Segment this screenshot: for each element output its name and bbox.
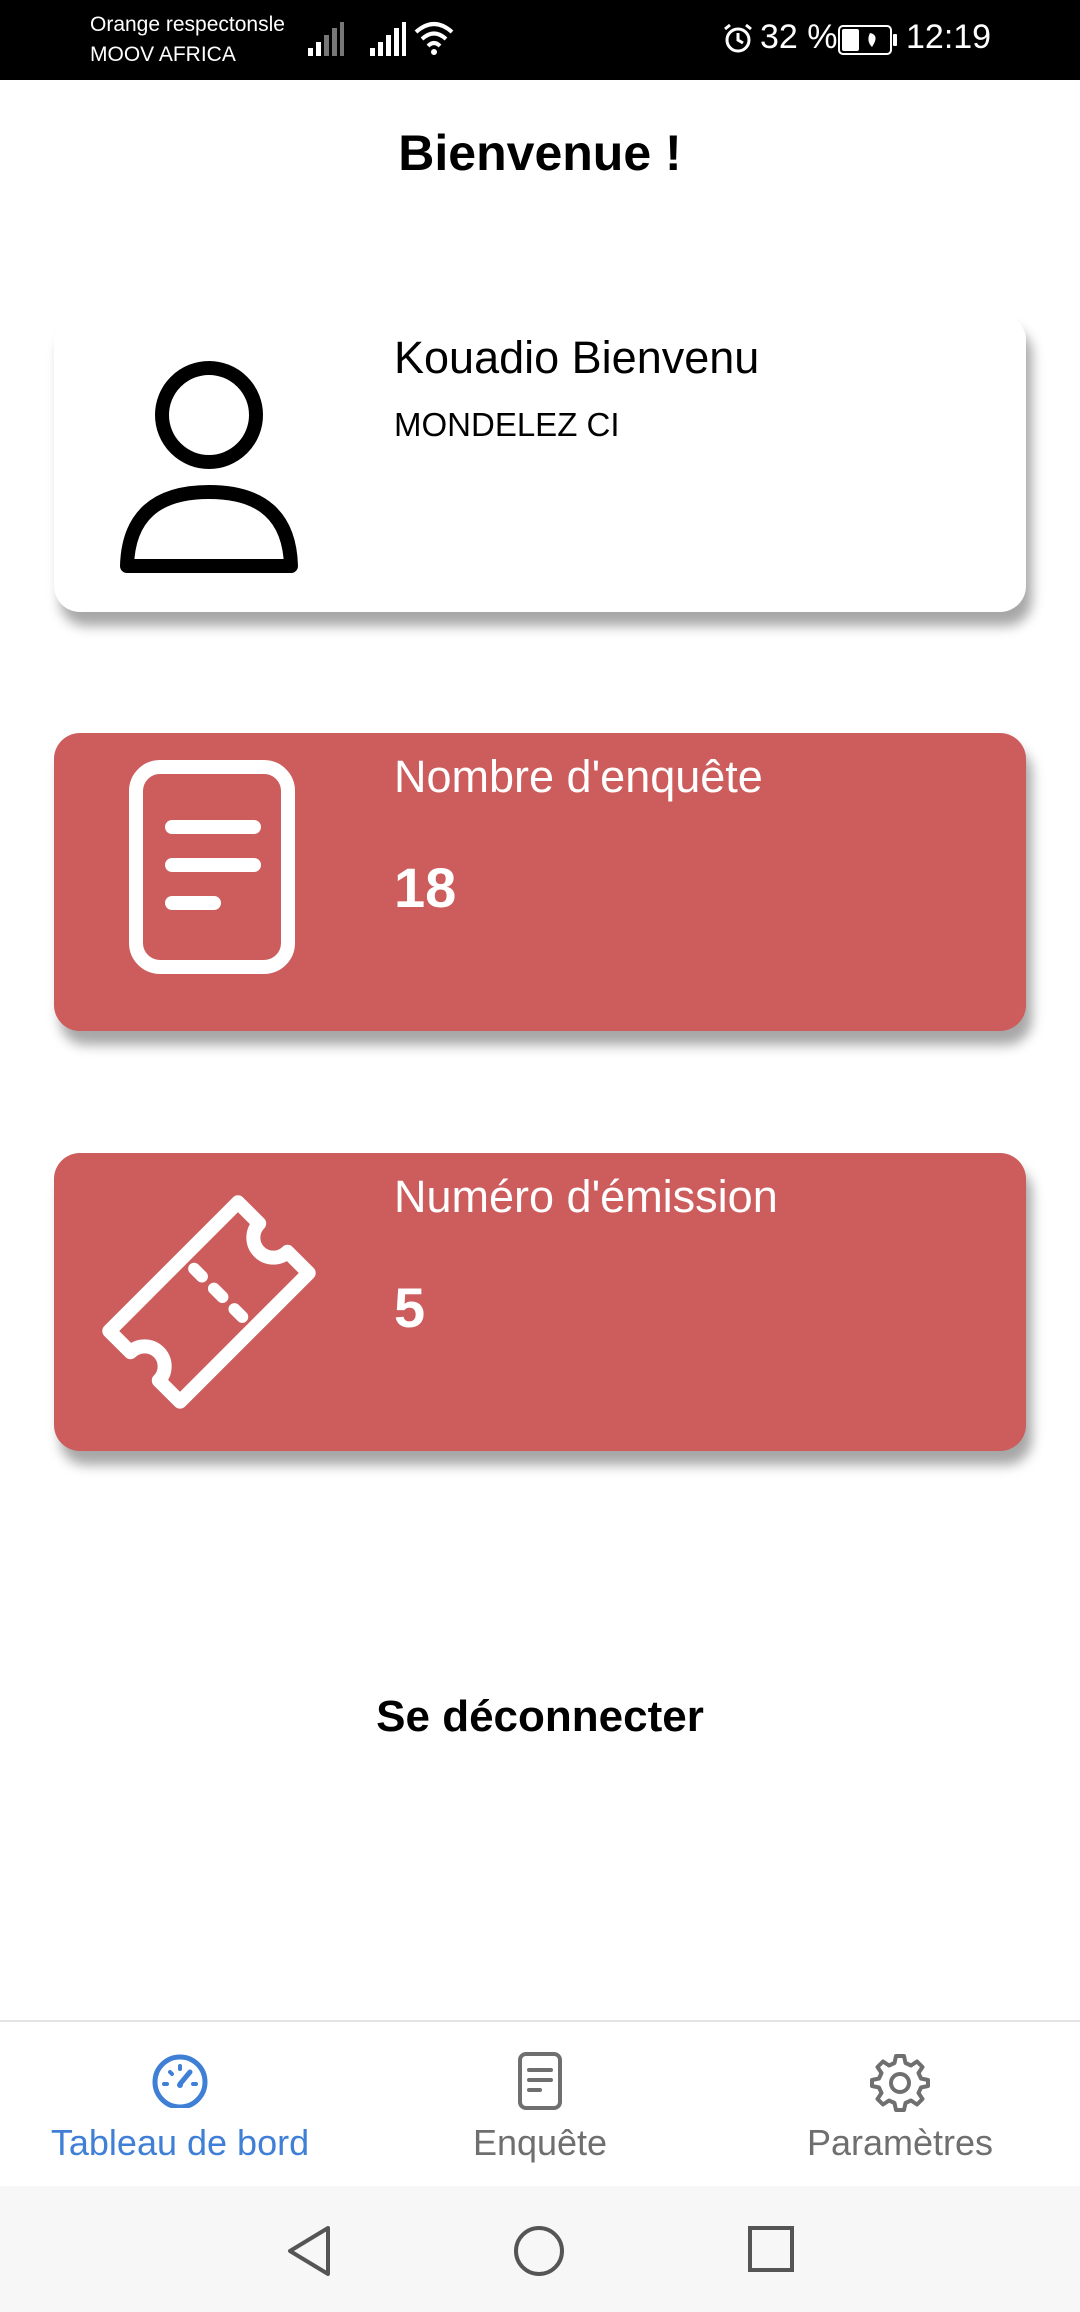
logout-button[interactable]: Se déconnecter	[0, 1692, 1080, 1742]
user-icon	[120, 361, 298, 573]
tab-settings-label: Paramètres	[806, 2122, 994, 2163]
bottom-navigation: Tableau de bord Enquête Paramètres	[0, 2020, 1080, 2186]
carrier-info: Orange respectonsle MOOV AFRICA	[90, 10, 285, 70]
wifi-icon	[414, 22, 454, 55]
surveys-card[interactable]: Nombre d'enquête 18	[54, 733, 1026, 1031]
home-icon[interactable]	[512, 2224, 566, 2278]
battery-percentage: 32 %	[760, 18, 838, 56]
gear-icon	[870, 2054, 930, 2112]
document-icon	[129, 760, 295, 974]
tab-dashboard[interactable]: Tableau de bord	[0, 2022, 360, 2188]
tab-settings[interactable]: Paramètres	[720, 2022, 1080, 2188]
document-icon	[518, 2052, 562, 2110]
clock: 12:19	[906, 18, 992, 56]
profile-card: Kouadio Bienvenu MONDELEZ CI	[54, 314, 1026, 612]
dashboard-icon	[152, 2054, 208, 2108]
signal-icon	[370, 22, 406, 56]
surveys-count: 18	[394, 856, 457, 919]
alarm-icon	[724, 23, 752, 53]
signal-icon	[308, 22, 344, 56]
emission-number: 5	[394, 1276, 426, 1339]
back-icon[interactable]	[284, 2224, 334, 2278]
tab-dashboard-label: Tableau de bord	[50, 2122, 310, 2163]
emission-card[interactable]: Numéro d'émission 5	[54, 1153, 1026, 1451]
company-name: MONDELEZ CI	[394, 406, 620, 443]
battery-icon	[838, 25, 897, 55]
surveys-label: Nombre d'enquête	[394, 751, 763, 802]
system-navigation-bar	[0, 2186, 1080, 2312]
carrier-name-1: Orange respectonsle	[90, 13, 285, 36]
recents-icon[interactable]	[746, 2224, 796, 2274]
carrier-name-2: MOOV AFRICA	[90, 43, 236, 66]
emission-label: Numéro d'émission	[394, 1171, 778, 1222]
tab-survey[interactable]: Enquête	[360, 2022, 720, 2188]
tab-survey-label: Enquête	[472, 2122, 608, 2163]
page-title: Bienvenue !	[398, 125, 682, 181]
status-bar: Orange respectonsle MOOV AFRICA 32 % 12:…	[0, 0, 1080, 80]
user-name: Kouadio Bienvenu	[394, 332, 760, 383]
ticket-icon	[102, 1195, 316, 1409]
